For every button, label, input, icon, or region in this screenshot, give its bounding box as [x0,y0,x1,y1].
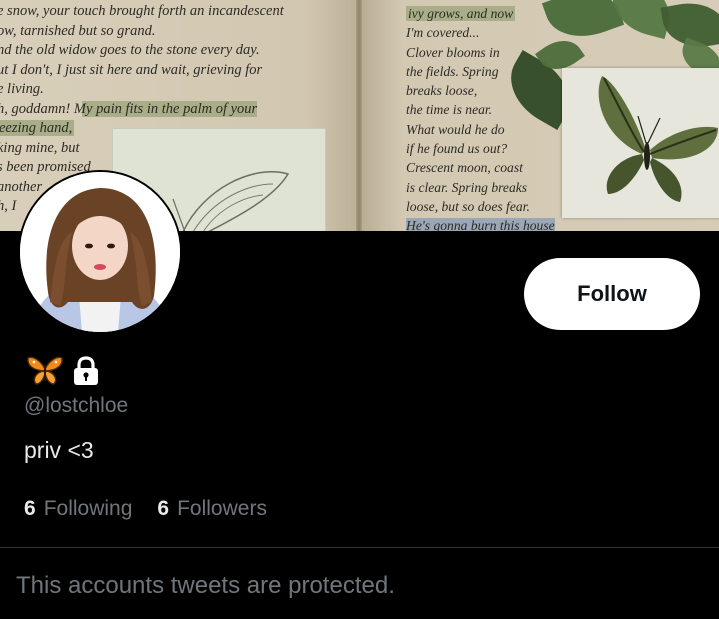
butterfly-photo-card [562,68,719,218]
lock-icon [70,355,102,392]
section-divider [0,547,719,548]
poem-line: I'm covered... [406,25,480,41]
followers-label: Followers [177,497,267,520]
poem-line: e living. [0,81,44,97]
poem-line: s been promised [0,159,91,175]
poem-line: h, goddamn! My pain fits in the palm of … [0,100,284,120]
avatar-photo [20,172,180,332]
poem-line: ivy grows, and now [406,4,555,23]
poem-line: ow, tarnished but so grand. [0,22,156,39]
profile-bio: priv <3 [24,437,94,463]
display-name [26,355,102,392]
protected-tweets-notice: This accounts tweets are protected. [16,572,395,599]
follow-stats: 6 Following 6 Followers [24,497,267,521]
poem-line-highlighted: ivy grows, and now [406,6,516,21]
butterfly-icon [598,76,718,202]
followers-count: 6 [157,497,170,520]
poem-line: e snow, your touch brought forth an inca… [0,3,284,19]
poem-line: is clear. Spring breaks [406,179,528,195]
poem-line: Crescent moon, coast [406,160,523,176]
banner-book-fold [356,0,362,231]
following-label: Following [43,497,133,520]
poem-line: eezing hand, [0,119,284,139]
poem-line: if he found us out? [406,141,508,157]
butterfly-icon [26,355,64,392]
poem-line: loose, but so does fear. [406,198,530,214]
poem-line: What would he do [406,121,505,137]
banner-poem-right: ivy grows, and now I'm covered... Clover… [406,4,555,231]
poem-line-highlighted: eezing hand, [0,120,75,136]
profile-handle: @lostchloe [24,394,129,417]
following-link[interactable]: 6 Following [24,497,132,521]
poem-line: ut I don't, I just sit here and wait, gr… [0,61,263,78]
poem-line-highlighted: He's gonna burn this house [406,218,555,231]
poem-line: He's gonna burn this house [406,216,555,231]
poem-line: nd the old widow goes to the stone every… [0,42,260,58]
following-count: 6 [24,497,36,520]
profile-avatar[interactable] [18,170,182,334]
poem-line-highlighted: h, goddamn! My pain fits in the palm of … [0,100,258,117]
poem-line: king mine, but [0,139,80,156]
follow-button[interactable]: Follow [524,258,700,330]
followers-link[interactable]: 6 Followers [157,497,267,521]
